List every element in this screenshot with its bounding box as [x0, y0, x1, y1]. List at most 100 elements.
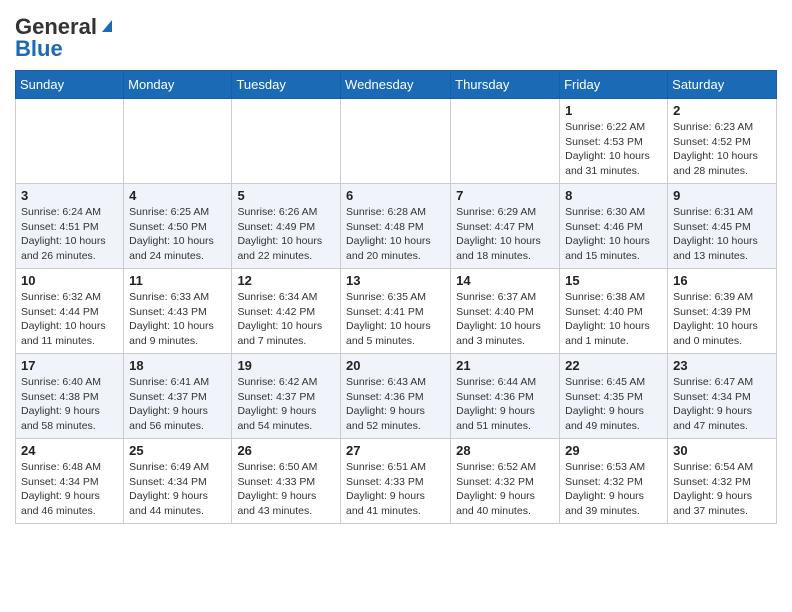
day-number: 25 [129, 443, 226, 458]
day-number: 29 [565, 443, 662, 458]
day-info: Sunrise: 6:38 AM Sunset: 4:40 PM Dayligh… [565, 290, 662, 349]
day-cell: 9Sunrise: 6:31 AM Sunset: 4:45 PM Daylig… [668, 184, 777, 269]
day-info: Sunrise: 6:26 AM Sunset: 4:49 PM Dayligh… [237, 205, 335, 264]
day-number: 16 [673, 273, 771, 288]
day-number: 28 [456, 443, 554, 458]
logo-blue-text: Blue [15, 36, 63, 62]
day-info: Sunrise: 6:49 AM Sunset: 4:34 PM Dayligh… [129, 460, 226, 519]
day-cell [232, 99, 341, 184]
page: General Blue SundayMondayTuesdayWednesda… [0, 0, 792, 539]
day-cell: 29Sunrise: 6:53 AM Sunset: 4:32 PM Dayli… [560, 439, 668, 524]
day-cell [451, 99, 560, 184]
day-number: 11 [129, 273, 226, 288]
day-info: Sunrise: 6:40 AM Sunset: 4:38 PM Dayligh… [21, 375, 118, 434]
day-cell [124, 99, 232, 184]
day-number: 18 [129, 358, 226, 373]
week-row: 3Sunrise: 6:24 AM Sunset: 4:51 PM Daylig… [16, 184, 777, 269]
day-number: 5 [237, 188, 335, 203]
day-info: Sunrise: 6:52 AM Sunset: 4:32 PM Dayligh… [456, 460, 554, 519]
day-number: 4 [129, 188, 226, 203]
day-info: Sunrise: 6:39 AM Sunset: 4:39 PM Dayligh… [673, 290, 771, 349]
day-info: Sunrise: 6:50 AM Sunset: 4:33 PM Dayligh… [237, 460, 335, 519]
calendar-table: SundayMondayTuesdayWednesdayThursdayFrid… [15, 70, 777, 524]
day-cell: 17 Sunrise: 6:40 AM Sunset: 4:38 PM Dayli… [16, 354, 124, 439]
day-cell: 14 Sunrise: 6:37 AM Sunset: 4:40 PM Dayli… [451, 269, 560, 354]
day-info: Sunrise: 6:47 AM Sunset: 4:34 PM Dayligh… [673, 375, 771, 434]
day-info: Sunrise: 6:43 AM Sunset: 4:36 PM Dayligh… [346, 375, 445, 434]
day-number: 19 [237, 358, 335, 373]
day-info: Sunrise: 6:37 AM Sunset: 4:40 PM Dayligh… [456, 290, 554, 349]
day-number: 6 [346, 188, 445, 203]
day-cell [341, 99, 451, 184]
day-number: 15 [565, 273, 662, 288]
day-info: Sunrise: 6:30 AM Sunset: 4:46 PM Dayligh… [565, 205, 662, 264]
logo-triangle-icon [98, 16, 116, 34]
day-cell: 1 Sunrise: 6:22 AM Sunset: 4:53 PM Daylig… [560, 99, 668, 184]
week-row: 10 Sunrise: 6:32 AM Sunset: 4:44 PM Dayli… [16, 269, 777, 354]
logo: General Blue [15, 10, 116, 62]
day-number: 22 [565, 358, 662, 373]
day-number: 20 [346, 358, 445, 373]
day-number: 21 [456, 358, 554, 373]
header-day: Friday [560, 71, 668, 99]
day-cell: 8 Sunrise: 6:30 AM Sunset: 4:46 PM Daylig… [560, 184, 668, 269]
day-info: Sunrise: 6:51 AM Sunset: 4:33 PM Dayligh… [346, 460, 445, 519]
day-info: Sunrise: 6:28 AM Sunset: 4:48 PM Dayligh… [346, 205, 445, 264]
day-info: Sunrise: 6:54 AM Sunset: 4:32 PM Dayligh… [673, 460, 771, 519]
day-cell: 15 Sunrise: 6:38 AM Sunset: 4:40 PM Dayli… [560, 269, 668, 354]
day-info: Sunrise: 6:35 AM Sunset: 4:41 PM Dayligh… [346, 290, 445, 349]
day-info: Sunrise: 6:32 AM Sunset: 4:44 PM Dayligh… [21, 290, 118, 349]
day-number: 30 [673, 443, 771, 458]
header-row: SundayMondayTuesdayWednesdayThursdayFrid… [16, 71, 777, 99]
day-info: Sunrise: 6:41 AM Sunset: 4:37 PM Dayligh… [129, 375, 226, 434]
day-info: Sunrise: 6:29 AM Sunset: 4:47 PM Dayligh… [456, 205, 554, 264]
day-number: 14 [456, 273, 554, 288]
day-cell: 18 Sunrise: 6:41 AM Sunset: 4:37 PM Dayli… [124, 354, 232, 439]
day-cell [16, 99, 124, 184]
day-number: 9 [673, 188, 771, 203]
header-day: Monday [124, 71, 232, 99]
day-cell: 30 Sunrise: 6:54 AM Sunset: 4:32 PM Dayli… [668, 439, 777, 524]
day-number: 10 [21, 273, 118, 288]
day-cell: 4 Sunrise: 6:25 AM Sunset: 4:50 PM Daylig… [124, 184, 232, 269]
day-cell: 26 Sunrise: 6:50 AM Sunset: 4:33 PM Dayli… [232, 439, 341, 524]
day-number: 13 [346, 273, 445, 288]
day-cell: 24Sunrise: 6:48 AM Sunset: 4:34 PM Dayli… [16, 439, 124, 524]
day-cell: 3Sunrise: 6:24 AM Sunset: 4:51 PM Daylig… [16, 184, 124, 269]
day-number: 12 [237, 273, 335, 288]
header: General Blue [15, 10, 777, 62]
day-number: 8 [565, 188, 662, 203]
day-info: Sunrise: 6:23 AM Sunset: 4:52 PM Dayligh… [673, 120, 771, 179]
day-info: Sunrise: 6:44 AM Sunset: 4:36 PM Dayligh… [456, 375, 554, 434]
header-day: Wednesday [341, 71, 451, 99]
day-info: Sunrise: 6:34 AM Sunset: 4:42 PM Dayligh… [237, 290, 335, 349]
day-info: Sunrise: 6:25 AM Sunset: 4:50 PM Dayligh… [129, 205, 226, 264]
week-row: 24Sunrise: 6:48 AM Sunset: 4:34 PM Dayli… [16, 439, 777, 524]
day-cell: 13 Sunrise: 6:35 AM Sunset: 4:41 PM Dayli… [341, 269, 451, 354]
day-cell: 28 Sunrise: 6:52 AM Sunset: 4:32 PM Dayli… [451, 439, 560, 524]
day-cell: 23 Sunrise: 6:47 AM Sunset: 4:34 PM Dayli… [668, 354, 777, 439]
day-cell: 2 Sunrise: 6:23 AM Sunset: 4:52 PM Daylig… [668, 99, 777, 184]
day-number: 7 [456, 188, 554, 203]
day-info: Sunrise: 6:42 AM Sunset: 4:37 PM Dayligh… [237, 375, 335, 434]
day-cell: 7 Sunrise: 6:29 AM Sunset: 4:47 PM Daylig… [451, 184, 560, 269]
day-cell: 11 Sunrise: 6:33 AM Sunset: 4:43 PM Dayli… [124, 269, 232, 354]
day-cell: 6 Sunrise: 6:28 AM Sunset: 4:48 PM Daylig… [341, 184, 451, 269]
day-cell: 27Sunrise: 6:51 AM Sunset: 4:33 PM Dayli… [341, 439, 451, 524]
day-number: 3 [21, 188, 118, 203]
day-number: 17 [21, 358, 118, 373]
day-cell: 10 Sunrise: 6:32 AM Sunset: 4:44 PM Dayli… [16, 269, 124, 354]
day-number: 23 [673, 358, 771, 373]
day-number: 2 [673, 103, 771, 118]
day-info: Sunrise: 6:22 AM Sunset: 4:53 PM Dayligh… [565, 120, 662, 179]
day-cell: 22Sunrise: 6:45 AM Sunset: 4:35 PM Dayli… [560, 354, 668, 439]
day-cell: 19 Sunrise: 6:42 AM Sunset: 4:37 PM Dayli… [232, 354, 341, 439]
day-cell: 21 Sunrise: 6:44 AM Sunset: 4:36 PM Dayli… [451, 354, 560, 439]
day-cell: 12 Sunrise: 6:34 AM Sunset: 4:42 PM Dayli… [232, 269, 341, 354]
day-cell: 5 Sunrise: 6:26 AM Sunset: 4:49 PM Daylig… [232, 184, 341, 269]
day-number: 1 [565, 103, 662, 118]
header-day: Thursday [451, 71, 560, 99]
day-cell: 25 Sunrise: 6:49 AM Sunset: 4:34 PM Dayli… [124, 439, 232, 524]
day-number: 26 [237, 443, 335, 458]
day-info: Sunrise: 6:33 AM Sunset: 4:43 PM Dayligh… [129, 290, 226, 349]
